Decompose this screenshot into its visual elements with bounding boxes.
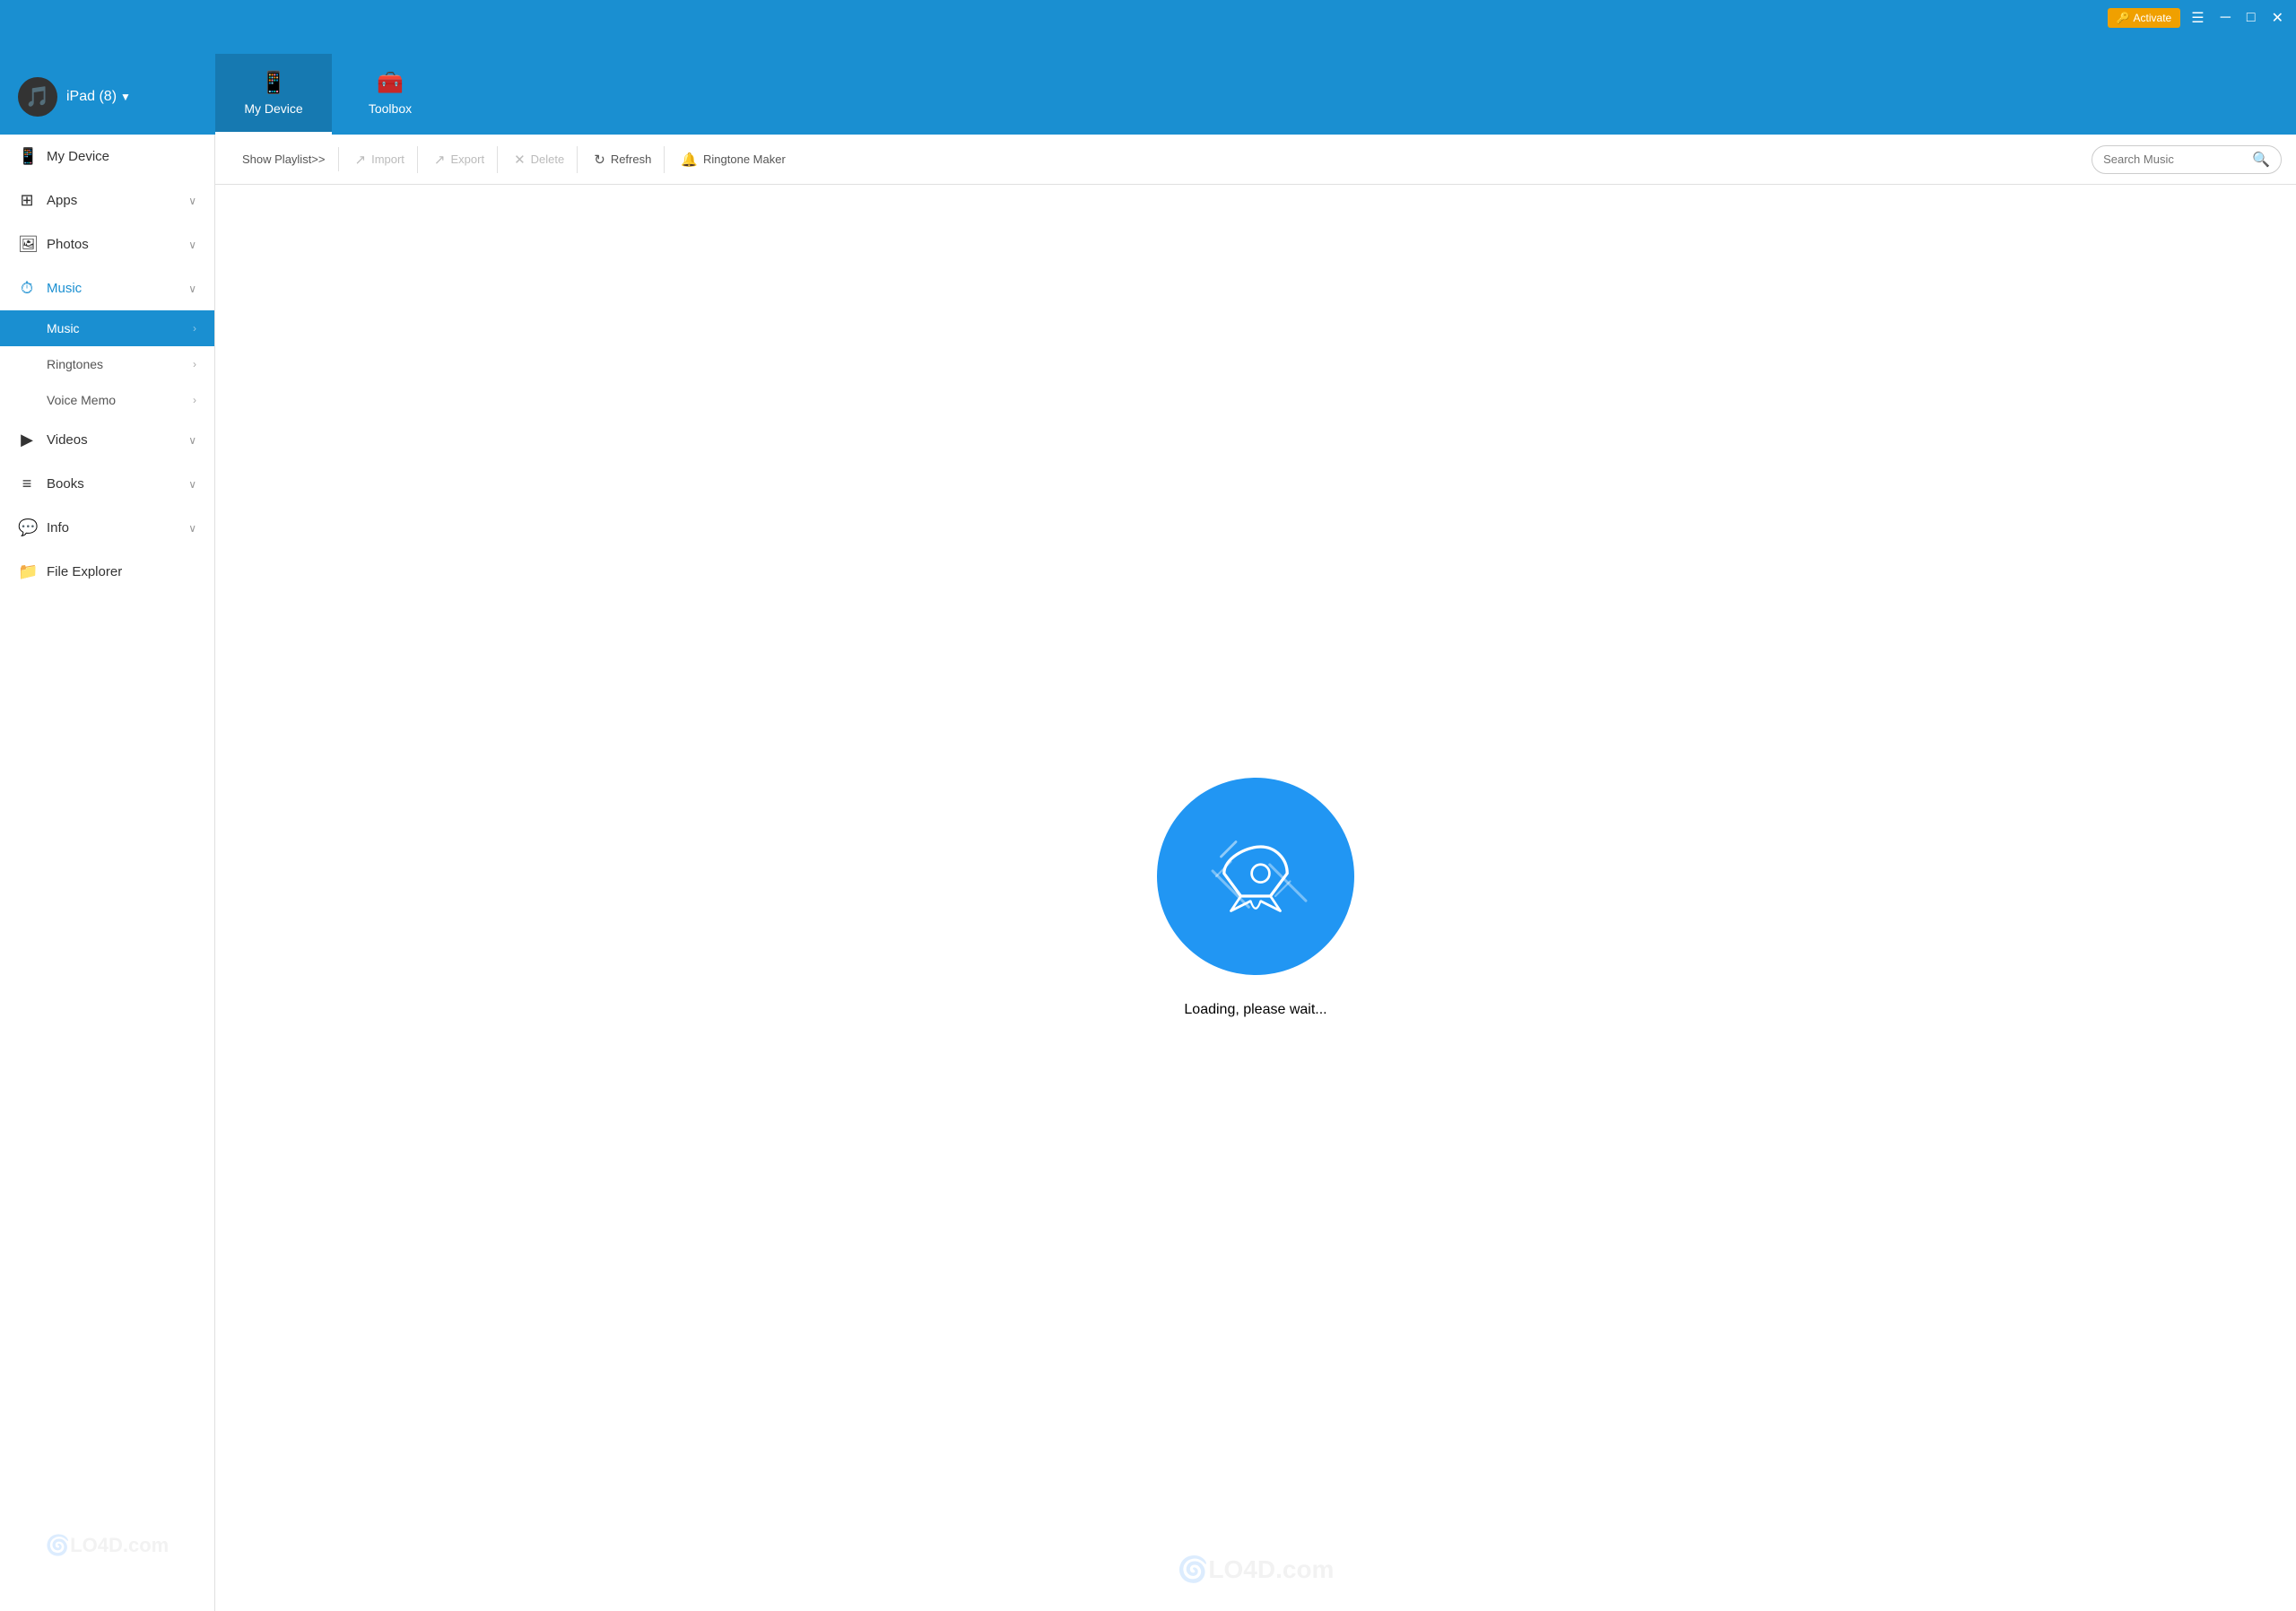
sidebar-file-explorer-label: File Explorer	[47, 564, 122, 579]
toolbox-tab-label: Toolbox	[369, 101, 412, 116]
key-icon: 🔑	[2117, 12, 2130, 24]
videos-icon: ▶	[18, 431, 36, 449]
my-device-tab-label: My Device	[244, 101, 302, 116]
sidebar-music-label: Music	[47, 281, 82, 296]
music-chevron: ∨	[188, 283, 196, 295]
books-chevron: ∨	[188, 478, 196, 491]
watermark: 🌀LO4D.com	[1178, 1554, 1335, 1584]
sidebar-sub-item-ringtones[interactable]: Ringtones ›	[0, 346, 214, 382]
sidebar-item-my-device[interactable]: 📱 My Device	[0, 135, 214, 179]
content-area: Loading, please wait... 🌀LO4D.com	[215, 185, 2296, 1611]
sidebar-videos-label: Videos	[47, 432, 88, 448]
file-explorer-icon: 📁	[18, 562, 36, 581]
rocket-svg	[1206, 827, 1305, 926]
import-label: Import	[371, 152, 404, 166]
export-icon: ↗	[434, 152, 446, 168]
device-name-text: iPad (8)	[66, 89, 117, 105]
music-icon: ⏱	[18, 279, 36, 298]
books-icon: ≡	[18, 475, 36, 493]
hamburger-icon[interactable]: ☰	[2186, 5, 2209, 30]
search-box[interactable]: 🔍	[2092, 145, 2282, 174]
toolbar: Show Playlist>> ↗ Import ↗ Export ✕ Dele…	[215, 135, 2296, 185]
delete-label: Delete	[531, 152, 565, 166]
sidebar-photos-label: Photos	[47, 237, 89, 252]
logo-circle: 🎵	[18, 77, 57, 117]
voice-memo-sub-label: Voice Memo	[47, 393, 116, 407]
logo-icon: 🎵	[25, 85, 49, 109]
rocket-circle	[1157, 778, 1354, 975]
voice-memo-sub-arrow: ›	[193, 394, 196, 406]
sidebar-item-photos[interactable]: 🖼 Photos ∨	[0, 222, 214, 266]
ringtone-maker-button[interactable]: 🔔 Ringtone Maker	[668, 146, 797, 173]
close-icon[interactable]: ✕	[2266, 5, 2289, 30]
music-sub-arrow: ›	[193, 322, 196, 335]
ringtones-sub-arrow: ›	[193, 358, 196, 370]
videos-chevron: ∨	[188, 434, 196, 447]
title-bar-controls: 🔑 Activate ☰ ─ □ ✕	[2108, 5, 2289, 30]
import-button[interactable]: ↗ Import	[343, 146, 418, 173]
music-sub-label: Music	[47, 321, 80, 335]
sidebar-apps-label: Apps	[47, 193, 77, 208]
sidebar: 📱 My Device ⊞ Apps ∨ 🖼 Photos ∨ ⏱ Music …	[0, 135, 215, 1611]
nav-tabs: 📱 My Device 🧰 Toolbox	[215, 36, 448, 135]
sidebar-item-info[interactable]: 💬 Info ∨	[0, 506, 214, 550]
sidebar-item-videos[interactable]: ▶ Videos ∨	[0, 418, 214, 462]
photos-chevron: ∨	[188, 239, 196, 251]
info-icon: 💬	[18, 518, 36, 537]
minimize-icon[interactable]: ─	[2215, 6, 2236, 30]
delete-icon: ✕	[514, 152, 526, 168]
tab-toolbox[interactable]: 🧰 Toolbox	[332, 54, 448, 135]
import-icon: ↗	[355, 152, 367, 168]
caret-icon: ▼	[120, 91, 131, 103]
device-name[interactable]: iPad (8) ▼	[66, 89, 131, 105]
export-label: Export	[451, 152, 485, 166]
bell-icon: 🔔	[681, 152, 698, 168]
sidebar-sub-item-voice-memo[interactable]: Voice Memo ›	[0, 382, 214, 418]
search-icon[interactable]: 🔍	[2252, 151, 2270, 169]
show-playlist-button[interactable]: Show Playlist>>	[230, 147, 339, 171]
ringtones-sub-label: Ringtones	[47, 357, 103, 371]
my-device-icon: 📱	[18, 147, 36, 166]
info-chevron: ∨	[188, 522, 196, 535]
apps-icon: ⊞	[18, 191, 36, 210]
tab-my-device[interactable]: 📱 My Device	[215, 54, 332, 135]
sidebar-watermark: 🌀LO4D.com	[46, 1534, 169, 1557]
delete-button[interactable]: ✕ Delete	[501, 146, 578, 173]
main-area: Show Playlist>> ↗ Import ↗ Export ✕ Dele…	[215, 135, 2296, 1611]
ringtone-maker-label: Ringtone Maker	[703, 152, 786, 166]
sidebar-item-books[interactable]: ≡ Books ∨	[0, 462, 214, 506]
sidebar-info-label: Info	[47, 520, 69, 536]
sidebar-sub-item-music[interactable]: Music ›	[0, 310, 214, 346]
sidebar-books-label: Books	[47, 476, 84, 492]
show-playlist-label: Show Playlist>>	[242, 152, 326, 166]
apps-chevron: ∨	[188, 195, 196, 207]
sidebar-item-music[interactable]: ⏱ Music ∨	[0, 266, 214, 310]
sidebar-my-device-label: My Device	[47, 149, 109, 164]
maximize-icon[interactable]: □	[2241, 6, 2261, 30]
sidebar-item-apps[interactable]: ⊞ Apps ∨	[0, 179, 214, 222]
activate-button[interactable]: 🔑 Activate	[2108, 8, 2181, 28]
activate-label: Activate	[2134, 12, 2172, 24]
nav-bar: 🎵 iPad (8) ▼ 📱 My Device 🧰 Toolbox	[0, 36, 2296, 135]
export-button[interactable]: ↗ Export	[422, 146, 498, 173]
refresh-label: Refresh	[611, 152, 652, 166]
photos-icon: 🖼	[18, 235, 36, 254]
refresh-button[interactable]: ↻ Refresh	[581, 146, 665, 173]
search-input[interactable]	[2103, 152, 2247, 166]
title-bar: 🔑 Activate ☰ ─ □ ✕	[0, 0, 2296, 36]
my-device-tab-icon: 📱	[260, 70, 287, 96]
refresh-icon: ↻	[594, 152, 605, 168]
sidebar-item-file-explorer[interactable]: 📁 File Explorer	[0, 550, 214, 594]
toolbox-tab-icon: 🧰	[377, 70, 404, 96]
app-logo: 🎵 iPad (8) ▼	[0, 77, 215, 135]
loading-text: Loading, please wait...	[1184, 1002, 1326, 1018]
